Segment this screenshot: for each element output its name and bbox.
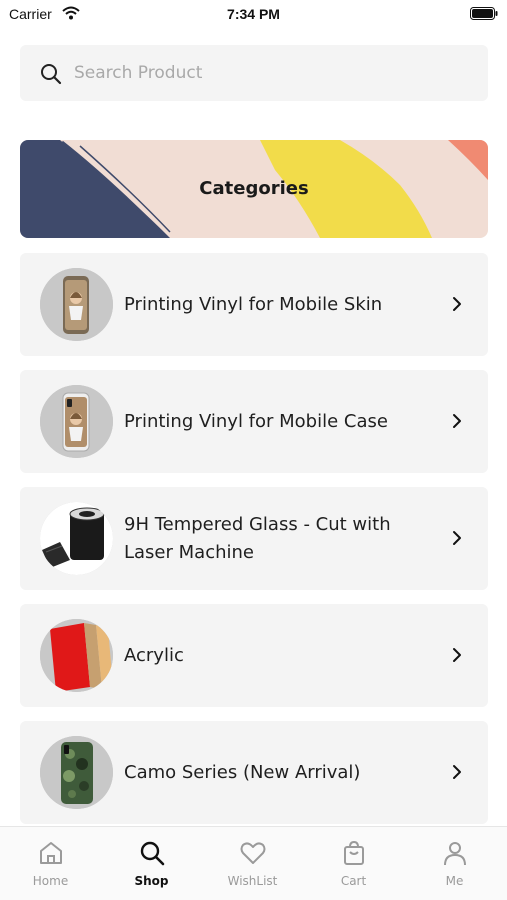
category-item-camo-series[interactable]: Camo Series (New Arrival) xyxy=(20,721,488,824)
category-item-mobile-skin[interactable]: Printing Vinyl for Mobile Skin xyxy=(20,253,488,356)
search-icon xyxy=(140,841,165,866)
category-label: 9H Tempered Glass - Cut with Laser Machi… xyxy=(124,513,391,563)
category-item-tempered-glass[interactable]: 9H Tempered Glass - Cut with Laser Machi… xyxy=(20,487,488,590)
bottom-tab-bar: Home Shop WishList Cart Me xyxy=(0,826,507,900)
tab-cart[interactable]: Cart xyxy=(303,827,404,900)
tab-me[interactable]: Me xyxy=(404,827,505,900)
search-input[interactable] xyxy=(74,45,474,101)
tempered-glass-roll-image xyxy=(40,502,113,575)
tab-shop[interactable]: Shop xyxy=(101,827,202,900)
status-time: 7:34 PM xyxy=(227,6,280,22)
battery-icon xyxy=(470,7,498,20)
category-label: Camo Series (New Arrival) xyxy=(124,761,361,783)
cart-icon xyxy=(344,840,364,865)
tab-label: Home xyxy=(32,874,69,888)
category-label: Acrylic xyxy=(124,644,184,666)
search-icon xyxy=(41,64,62,85)
status-bar: Carrier 7:34 PM xyxy=(0,0,507,30)
banner-title: Categories xyxy=(199,178,309,199)
chevron-right-icon xyxy=(453,765,461,779)
heart-icon xyxy=(240,842,266,864)
acrylic-sheets-image xyxy=(40,619,113,692)
user-icon xyxy=(444,842,466,866)
search-bar[interactable] xyxy=(20,45,488,101)
home-icon xyxy=(40,842,62,864)
category-label: Printing Vinyl for Mobile Case xyxy=(124,410,388,432)
tab-wishlist[interactable]: WishList xyxy=(202,827,303,900)
chevron-right-icon xyxy=(453,414,461,428)
tab-label: Cart xyxy=(340,874,367,888)
tab-home[interactable]: Home xyxy=(0,827,101,900)
tab-label: Me xyxy=(445,874,464,888)
category-item-mobile-case[interactable]: Printing Vinyl for Mobile Case xyxy=(20,370,488,473)
categories-banner: Categories xyxy=(20,140,488,238)
phone-case-image xyxy=(40,385,113,458)
phone-skin-image xyxy=(40,268,113,341)
chevron-right-icon xyxy=(453,531,461,545)
camo-phone-image xyxy=(40,736,113,809)
category-item-acrylic[interactable]: Acrylic xyxy=(20,604,488,707)
chevron-right-icon xyxy=(453,297,461,311)
tab-label: WishList xyxy=(227,874,278,888)
category-label: Printing Vinyl for Mobile Skin xyxy=(124,293,383,315)
tab-label: Shop xyxy=(134,874,169,888)
chevron-right-icon xyxy=(453,648,461,662)
